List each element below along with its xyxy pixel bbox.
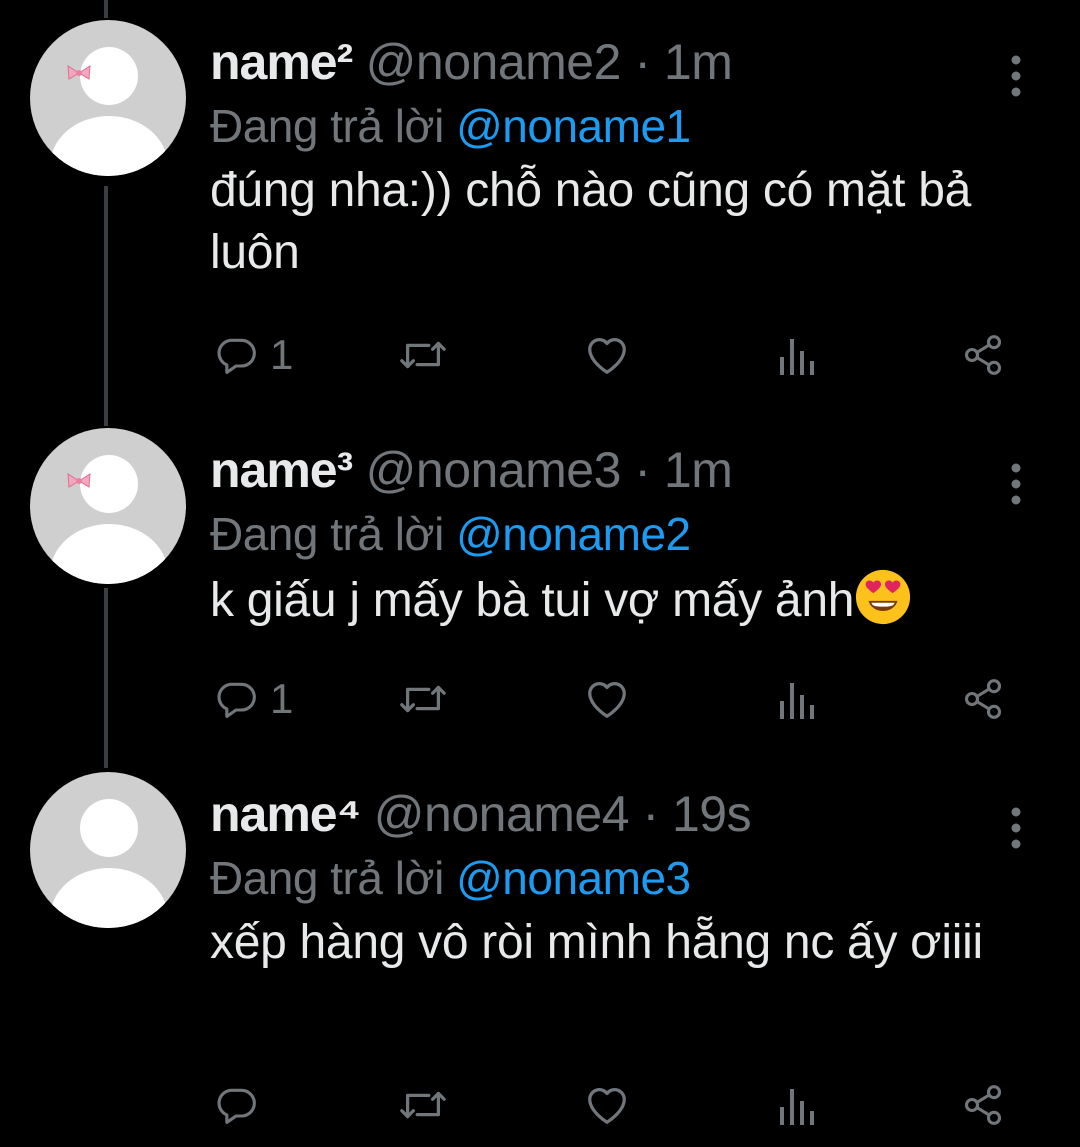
display-name[interactable]: name⁴ <box>210 786 361 842</box>
reply-icon <box>217 1088 256 1124</box>
tweet-header: name² @noname2 · 1m <box>210 32 733 92</box>
share-button[interactable] <box>960 330 1006 380</box>
share-icon <box>964 1085 1002 1125</box>
tweet-text: xếp hàng vô ròi mình hẵng nc ấy ơiiii <box>210 916 983 969</box>
avatar[interactable] <box>30 20 186 176</box>
more-options-icon[interactable] <box>1004 54 1028 98</box>
reply-count: 1 <box>270 331 294 378</box>
heart-icon <box>588 1088 626 1124</box>
avatar-body-shape <box>50 116 168 176</box>
pink-bow-icon <box>67 65 91 80</box>
reply-count: 1 <box>270 675 294 722</box>
user-handle[interactable]: @noname4 <box>374 786 630 842</box>
analytics-button[interactable] <box>776 330 816 380</box>
tweet-text: k giấu j mấy bà tui vợ mấy ảnh <box>210 568 1030 632</box>
display-name[interactable]: name² <box>210 34 353 90</box>
retweet-icon <box>400 341 446 369</box>
tweet-actions: 1 <box>0 330 1080 380</box>
display-name[interactable]: name³ <box>210 442 353 498</box>
tweet-text-content: k giấu j mấy bà tui vợ mấy ảnh <box>210 574 855 627</box>
heart-eyes-emoji-icon <box>856 569 911 625</box>
reply-button[interactable]: 1 <box>214 330 293 380</box>
timestamp[interactable]: 1m <box>664 442 733 498</box>
separator-dot: · <box>634 442 651 498</box>
replying-to-handle-link[interactable]: @noname3 <box>456 852 691 904</box>
like-button[interactable] <box>584 1080 630 1130</box>
analytics-button[interactable] <box>776 1080 816 1130</box>
thread-line <box>104 0 108 18</box>
tweet-text: đúng nha:)) chỗ nào cũng có mặt bả luôn <box>210 164 971 279</box>
retweet-icon <box>400 685 446 713</box>
tweet-header: name⁴ @noname4 · 19s <box>210 784 752 844</box>
share-icon <box>964 335 1002 375</box>
heart-icon <box>588 338 626 374</box>
avatar[interactable] <box>30 428 186 584</box>
retweet-icon <box>400 1091 446 1119</box>
tweet[interactable]: name⁴ @noname4 · 19s Đang trả lời @nonam… <box>0 772 1080 1125</box>
like-button[interactable] <box>584 330 630 380</box>
retweet-button[interactable] <box>398 330 448 380</box>
reply-icon <box>217 682 256 718</box>
separator-dot: · <box>634 34 651 90</box>
reply-icon <box>217 338 256 374</box>
replying-to: Đang trả lời @noname3 <box>210 848 691 908</box>
heart-icon <box>588 682 626 718</box>
replying-to-label: Đang trả lời <box>210 508 444 560</box>
tweet-header: name³ @noname3 · 1m <box>210 440 733 500</box>
reply-button[interactable] <box>214 1080 270 1130</box>
user-handle[interactable]: @noname3 <box>366 442 622 498</box>
avatar-body-shape <box>50 868 168 928</box>
share-icon <box>964 679 1002 719</box>
timestamp[interactable]: 19s <box>672 786 752 842</box>
tweet-actions <box>0 1080 1080 1130</box>
user-handle[interactable]: @noname2 <box>366 34 622 90</box>
analytics-button[interactable] <box>776 674 816 724</box>
like-button[interactable] <box>584 674 630 724</box>
replying-to: Đang trả lời @noname1 <box>210 96 691 156</box>
replying-to: Đang trả lời @noname2 <box>210 504 691 564</box>
replying-to-label: Đang trả lời <box>210 100 444 152</box>
share-button[interactable] <box>960 674 1006 724</box>
tweet[interactable]: name² @noname2 · 1m Đang trả lời @noname… <box>0 20 1080 378</box>
retweet-button[interactable] <box>398 674 448 724</box>
avatar-head-shape <box>80 799 138 857</box>
timestamp[interactable]: 1m <box>664 34 733 90</box>
replying-to-handle-link[interactable]: @noname1 <box>456 100 691 152</box>
analytics-icon <box>780 339 814 375</box>
more-options-icon[interactable] <box>1004 806 1028 850</box>
tweet[interactable]: name³ @noname3 · 1m Đang trả lời @noname… <box>0 428 1080 773</box>
pink-bow-icon <box>67 473 91 488</box>
analytics-icon <box>780 683 814 719</box>
share-button[interactable] <box>960 1080 1006 1130</box>
replying-to-handle-link[interactable]: @noname2 <box>456 508 691 560</box>
reply-button[interactable]: 1 <box>214 674 293 724</box>
avatar-body-shape <box>50 524 168 584</box>
tweet-actions: 1 <box>0 674 1080 724</box>
replying-to-label: Đang trả lời <box>210 852 444 904</box>
retweet-button[interactable] <box>398 1080 448 1130</box>
avatar[interactable] <box>30 772 186 928</box>
analytics-icon <box>780 1089 814 1125</box>
separator-dot: · <box>642 786 659 842</box>
more-options-icon[interactable] <box>1004 462 1028 506</box>
